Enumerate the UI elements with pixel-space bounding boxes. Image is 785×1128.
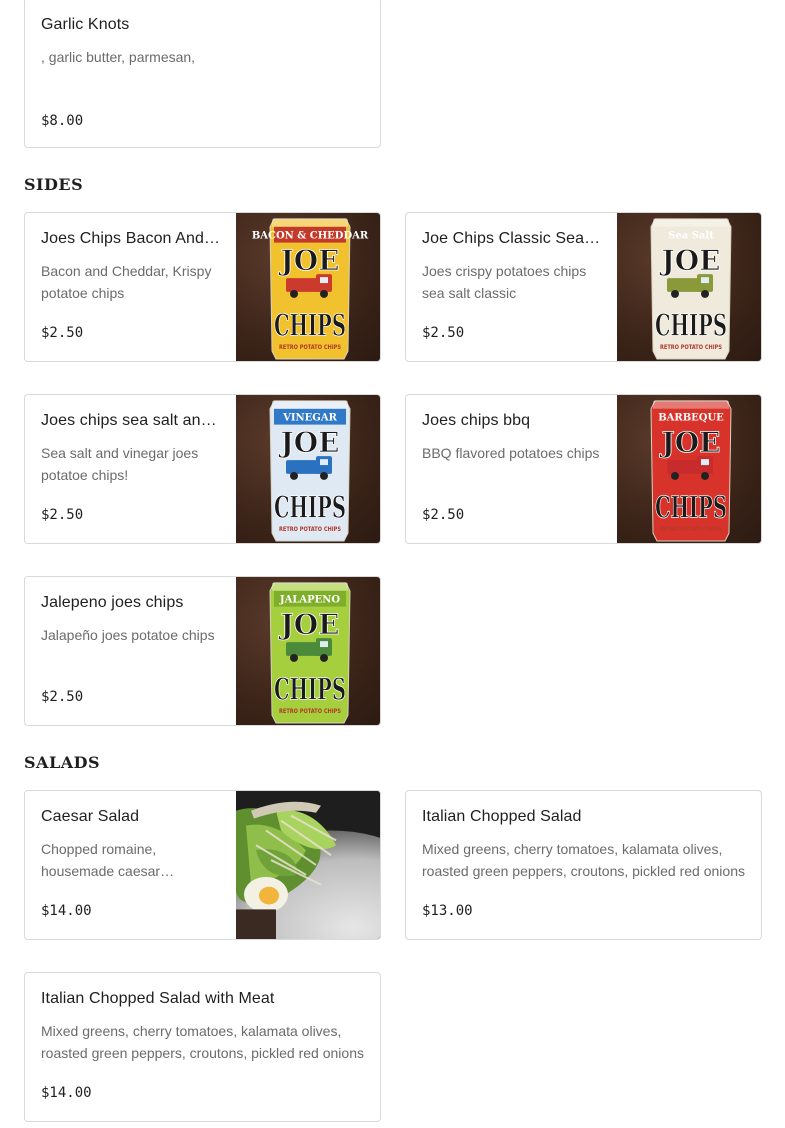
menu-item-price: $8.00: [41, 113, 84, 129]
chip-bag-flavor-label: VINEGAR: [282, 413, 338, 424]
chip-bag-brand-bottom: CHIPS: [655, 491, 727, 526]
menu-item-image: BARBEQUE JOE CHIPS RETRO POTATO CHIPS: [617, 395, 761, 543]
menu-item-name: Garlic Knots: [41, 16, 130, 33]
menu-item-card[interactable]: Garlic Knots , garlic butter, parmesan, …: [24, 0, 381, 148]
chip-bag-brand-top: JOE: [659, 426, 721, 459]
menu-item-name: Jalepeno joes chips: [41, 594, 184, 611]
chip-bag-tagline: RETRO POTATO CHIPS: [660, 344, 722, 351]
section-title-salads: SALADS: [24, 753, 101, 772]
menu-item-body: Garlic Knots , garlic butter, parmesan, …: [41, 0, 364, 147]
chip-bag-flavor-label: Sea Salt: [668, 231, 714, 242]
section-title-sides: SIDES: [24, 175, 84, 194]
menu-item-body: Joes chips bbq BBQ flavored potatoes chi…: [422, 395, 601, 543]
menu-item-price: $13.00: [422, 903, 473, 919]
chip-bag-tagline: RETRO POTATO CHIPS: [279, 708, 341, 715]
menu-item-body: Joe Chips Classic Sea Salt Joes crispy p…: [422, 213, 601, 361]
menu-item-description: Joes crispy potatoes chips sea salt clas…: [422, 263, 587, 301]
chip-bag-illustration: BACON & CHEDDAR JOE CHIPSRETRO POTATO CHIP…: [252, 218, 369, 360]
chip-bag-illustration: VINEGAR JOE CHIPSRETRO POTATO CHIPS: [269, 400, 351, 542]
menu-item-body: Italian Chopped Salad Mixed greens, cher…: [422, 791, 745, 939]
menu-item-price: $2.50: [422, 325, 465, 341]
menu-item-card[interactable]: Joes chips bbq BBQ flavored potatoes chi…: [405, 394, 762, 544]
menu-item-description: Sea salt and vinegar joes potatoe chips!: [41, 445, 199, 483]
menu-item-name: Italian Chopped Salad: [422, 808, 582, 825]
menu-item-body: Joes Chips Bacon And Cheddar Bacon and C…: [41, 213, 220, 361]
menu-item-card[interactable]: Jalepeno joes chips Jalapeño joes potato…: [24, 576, 381, 726]
menu-item-body: Joes chips sea salt and vinegar Sea salt…: [41, 395, 220, 543]
menu-item-card[interactable]: Italian Chopped Salad Mixed greens, cher…: [405, 790, 762, 940]
menu-item-image: VINEGAR JOE CHIPS RETRO POTATO CHIPS: [236, 395, 380, 543]
chip-bag-brand-bottom: CHIPS: [274, 309, 346, 344]
menu-item-price: $2.50: [422, 507, 465, 523]
menu-item-image: BACON & CHEDDAR JOE CHIPS RETRO POTATO CHIP…: [236, 213, 380, 361]
chip-bag-illustration: Sea Salt JOE CHIPSRETRO POTATO CHIPS: [650, 218, 732, 360]
menu-item-card[interactable]: Joes chips sea salt and vinegar Sea salt…: [24, 394, 381, 544]
chip-bag-brand-top: JOE: [278, 608, 340, 641]
menu-item-name: Joes chips bbq: [422, 412, 531, 429]
menu-item-image: JALAPENO JOE CHIPS RETRO POTATO CHIPS: [236, 577, 380, 725]
menu-item-name: Joes chips sea salt and vinegar: [41, 412, 220, 429]
menu-item-card[interactable]: Joe Chips Classic Sea Salt Joes crispy p…: [405, 212, 762, 362]
chip-bag-tagline: RETRO POTATO CHIPS: [279, 344, 341, 351]
menu-item-card[interactable]: Caesar Salad Chopped romaine, housemade …: [24, 790, 381, 940]
chip-bag-brand-bottom: CHIPS: [274, 491, 346, 526]
chip-bag-flavor-label: JALAPENO: [279, 595, 341, 606]
menu-item-description: Chopped romaine, housemade caesar dressi…: [41, 841, 161, 879]
menu-item-description: Bacon and Cheddar, Krispy potatoe chips: [41, 263, 212, 301]
menu-item-price: $14.00: [41, 1085, 92, 1101]
menu-item-description: Mixed greens, cherry tomatoes, kalamata …: [422, 841, 745, 879]
chip-bag-brand-bottom: CHIPS: [274, 673, 346, 708]
menu-item-description: Mixed greens, cherry tomatoes, kalamata …: [41, 1023, 364, 1061]
chip-bag-brand-top: JOE: [278, 426, 340, 459]
chip-bag-tagline: RETRO POTATO CHIPS: [660, 526, 722, 533]
chip-bag-brand-bottom: CHIPS: [655, 309, 727, 344]
menu-item-description: BBQ flavored potatoes chips: [422, 445, 600, 461]
chip-bag-flavor-label: BACON & CHEDDAR: [252, 231, 369, 242]
chip-bag-brand-top: JOE: [278, 244, 340, 277]
menu-item-price: $14.00: [41, 903, 92, 919]
chip-bag-flavor-label: BARBEQUE: [658, 413, 724, 424]
menu-item-body: Italian Chopped Salad with Meat Mixed gr…: [41, 973, 364, 1121]
chip-bag-illustration: JALAPENO JOE CHIPSRETRO POTATO CHIPS: [269, 582, 351, 724]
menu-item-body: Caesar Salad Chopped romaine, housemade …: [41, 791, 220, 939]
menu-item-description: Jalapeño joes potatoe chips: [41, 627, 215, 643]
menu-item-name: Joes Chips Bacon And Cheddar: [41, 230, 220, 247]
chip-bag-tagline: RETRO POTATO CHIPS: [279, 526, 341, 533]
menu-item-body: Jalepeno joes chips Jalapeño joes potato…: [41, 577, 220, 725]
chip-bag-illustration: BARBEQUE JOE CHIPSRETRO POTATO CHIPS: [650, 400, 732, 542]
menu-item-name: Italian Chopped Salad with Meat: [41, 990, 275, 1007]
menu-item-name: Caesar Salad: [41, 808, 140, 825]
menu-item-image: Sea Salt JOE CHIPS RETRO POTATO CHIPS: [617, 213, 761, 361]
menu-item-description: , garlic butter, parmesan,: [41, 49, 196, 65]
menu-item-name: Joe Chips Classic Sea Salt: [422, 230, 601, 247]
chip-bag-brand-top: JOE: [659, 244, 721, 277]
menu-item-price: $2.50: [41, 325, 84, 341]
menu-item-card[interactable]: Joes Chips Bacon And Cheddar Bacon and C…: [24, 212, 381, 362]
menu-item-card[interactable]: Italian Chopped Salad with Meat Mixed gr…: [24, 972, 381, 1122]
menu-item-image-caesar-salad: [236, 791, 380, 939]
menu-item-price: $2.50: [41, 507, 84, 523]
menu-item-price: $2.50: [41, 689, 84, 705]
